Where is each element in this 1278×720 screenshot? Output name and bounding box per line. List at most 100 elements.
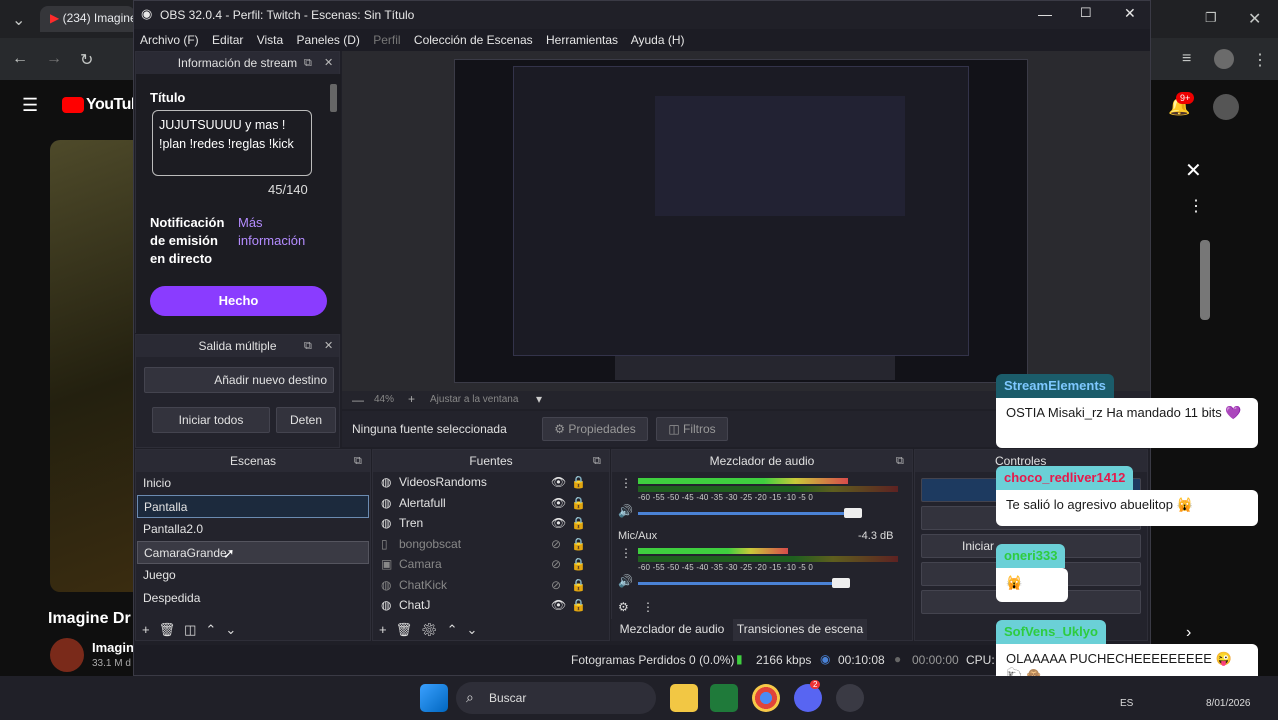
lock-icon[interactable]: 🔒 <box>571 534 586 554</box>
channel-options-icon[interactable]: ⋮ <box>620 546 632 560</box>
menu-archivo[interactable]: Archivo (F) <box>140 33 199 47</box>
hidden-eye-icon[interactable]: ⊘ <box>551 534 561 554</box>
volume-slider[interactable] <box>638 512 862 515</box>
filters-button[interactable]: ◫ Filtros <box>656 417 728 441</box>
lock-icon[interactable]: 🔒 <box>571 575 586 595</box>
maximize-icon[interactable]: ☐ <box>1080 5 1092 21</box>
file-explorer-icon[interactable] <box>670 684 698 712</box>
properties-button[interactable]: ⚙ Propiedades <box>542 417 648 441</box>
move-up-icon[interactable]: ⌃ <box>205 622 225 637</box>
obs-taskbar-icon[interactable] <box>836 684 864 712</box>
visibility-eye-icon[interactable]: 👁 <box>551 595 566 615</box>
float-dock-icon[interactable]: ⧉ <box>304 335 312 357</box>
move-down-icon[interactable]: ⌄ <box>467 622 487 637</box>
zoom-out-icon[interactable]: — <box>352 393 364 407</box>
hamburger-menu-icon[interactable]: ☰ <box>22 95 38 116</box>
close-icon[interactable]: ✕ <box>1124 5 1136 22</box>
menu-editar[interactable]: Editar <box>212 33 243 47</box>
tab-audio-mixer[interactable]: Mezclador de audio <box>611 619 733 641</box>
add-icon[interactable]: + <box>379 622 396 637</box>
menu-paneles[interactable]: Paneles (D) <box>297 33 360 47</box>
volume-slider-handle[interactable] <box>832 578 850 588</box>
move-up-icon[interactable]: ⌃ <box>447 622 467 637</box>
volume-slider[interactable] <box>638 582 848 585</box>
back-icon[interactable]: ← <box>12 50 28 68</box>
youtube-logo-icon[interactable] <box>62 97 84 113</box>
lock-icon[interactable]: 🔒 <box>571 595 586 615</box>
gear-icon[interactable]: ⚙ <box>421 622 447 637</box>
scene-item[interactable]: Juego <box>137 564 369 587</box>
video-player[interactable] <box>50 140 134 592</box>
mixer-menu-icon[interactable]: ⋮ <box>642 600 654 614</box>
lock-icon[interactable]: 🔒 <box>571 554 586 574</box>
hidden-eye-icon[interactable]: ⊘ <box>551 575 561 595</box>
speaker-icon[interactable]: 🔊 <box>618 574 633 588</box>
channel-avatar[interactable] <box>50 638 84 672</box>
tab-scene-transitions[interactable]: Transiciones de escena <box>733 619 867 641</box>
profile-avatar[interactable] <box>1214 49 1234 69</box>
scene-item[interactable]: Inicio <box>137 472 369 495</box>
trash-icon[interactable]: 🗑 <box>396 622 422 637</box>
visibility-eye-icon[interactable]: 👁 <box>551 493 566 513</box>
zoom-dropdown-icon[interactable]: ▾ <box>536 392 542 406</box>
dock-options-icon[interactable]: ⧉ <box>354 450 362 472</box>
scrollbar-thumb[interactable] <box>1200 240 1210 320</box>
source-item[interactable]: ▯ bongobscat ⊘ 🔒 <box>373 534 603 555</box>
add-destination-button[interactable]: Añadir nuevo destino <box>144 367 334 393</box>
lock-icon[interactable]: 🔒 <box>571 472 586 492</box>
windows-start-icon[interactable] <box>420 684 448 712</box>
scene-item-hovered[interactable]: CamaraGrande <box>137 541 369 564</box>
chrome-icon[interactable] <box>752 684 780 712</box>
scene-item[interactable]: Despedida <box>137 587 369 610</box>
close-panel-icon[interactable]: ✕ <box>1185 158 1202 183</box>
restore-icon[interactable]: ❐ <box>1205 10 1217 26</box>
tab-search-icon[interactable]: ⌄ <box>12 10 25 30</box>
title-input[interactable]: JUJUTSUUUU y mas ! !plan !redes !reglas … <box>152 110 312 176</box>
visibility-eye-icon[interactable]: 👁 <box>551 472 566 492</box>
add-icon[interactable]: + <box>142 622 159 637</box>
menu-perfil[interactable]: Perfil <box>373 33 400 47</box>
filter-icon[interactable]: ◫ <box>184 622 205 637</box>
media-control-icon[interactable]: ≡ <box>1182 50 1191 68</box>
source-item[interactable]: ◍ ChatJ 👁 🔒 <box>373 595 603 616</box>
more-options-icon[interactable]: ⋮ <box>1188 196 1204 216</box>
lock-icon[interactable]: 🔒 <box>571 513 586 533</box>
close-dock-icon[interactable]: ✕ <box>324 52 333 74</box>
app-icon[interactable] <box>710 684 738 712</box>
fit-window-label[interactable]: Ajustar a la ventana <box>430 394 518 405</box>
source-item[interactable]: ◍ Alertafull 👁 🔒 <box>373 493 603 514</box>
trash-icon[interactable]: 🗑 <box>159 622 185 637</box>
stop-all-button[interactable]: Deten <box>276 407 336 433</box>
mixer-settings-icon[interactable]: ⚙ <box>618 600 629 614</box>
channel-options-icon[interactable]: ⋮ <box>620 476 632 490</box>
browser-tab[interactable]: ▶ (234) Imagine <box>40 6 135 32</box>
float-dock-icon[interactable]: ⧉ <box>304 52 312 74</box>
volume-slider-handle[interactable] <box>844 508 862 518</box>
menu-herramientas[interactable]: Herramientas <box>546 33 618 47</box>
scene-item-selected[interactable]: Pantalla <box>137 495 369 518</box>
source-item[interactable]: ▣ Camara ⊘ 🔒 <box>373 554 603 575</box>
hidden-eye-icon[interactable]: ⊘ <box>551 554 561 574</box>
speaker-icon[interactable]: 🔊 <box>618 504 633 518</box>
forward-icon[interactable]: → <box>46 50 62 68</box>
visibility-eye-icon[interactable]: 👁 <box>551 513 566 533</box>
start-all-button[interactable]: Iniciar todos <box>152 407 270 433</box>
scene-item[interactable]: Pantalla2.0 <box>137 518 369 541</box>
more-info-link[interactable]: Más información <box>238 214 318 250</box>
zoom-in-icon[interactable]: + <box>408 392 415 406</box>
menu-ayuda[interactable]: Ayuda (H) <box>631 33 685 47</box>
channel-name[interactable]: Imagin <box>92 640 134 655</box>
close-window-icon[interactable]: ✕ <box>1248 9 1261 29</box>
source-item[interactable]: ◍ VideosRandoms 👁 🔒 <box>373 472 603 493</box>
chrome-menu-icon[interactable]: ⋮ <box>1252 50 1268 70</box>
reload-icon[interactable]: ↻ <box>80 50 93 70</box>
menu-vista[interactable]: Vista <box>257 33 283 47</box>
scrollbar-thumb[interactable] <box>330 84 337 112</box>
menu-coleccion[interactable]: Colección de Escenas <box>414 33 533 47</box>
dock-options-icon[interactable]: ⧉ <box>593 450 601 472</box>
youtube-avatar[interactable] <box>1213 94 1239 120</box>
lock-icon[interactable]: 🔒 <box>571 493 586 513</box>
taskbar-search[interactable]: ⌕ Buscar <box>456 682 656 714</box>
move-down-icon[interactable]: ⌄ <box>225 622 245 637</box>
minimize-icon[interactable]: — <box>1038 6 1052 22</box>
